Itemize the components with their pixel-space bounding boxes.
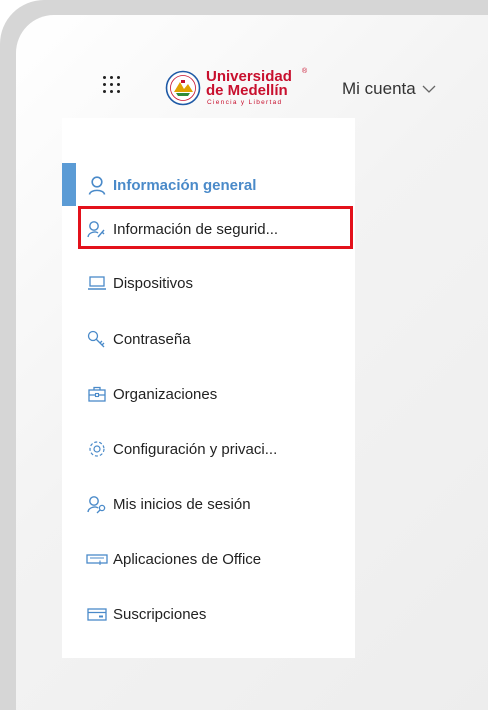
device-frame: Universidad de Medellín ® Ciencia y Libe…	[0, 0, 488, 710]
nav-item-organizaciones[interactable]: Organizaciones	[86, 379, 217, 409]
nav-item-label: Dispositivos	[113, 274, 194, 292]
nav-item-dispositivos[interactable]: Dispositivos	[86, 268, 193, 298]
nav-item-label: Configuración y privaci...	[113, 440, 278, 458]
screen: Universidad de Medellín ® Ciencia y Libe…	[16, 15, 488, 710]
app-launcher-icon[interactable]	[102, 75, 122, 95]
nav-item-inicios-sesion[interactable]: Mis inicios de sesión	[86, 489, 251, 519]
nav-item-label: Aplicaciones de Office	[113, 550, 262, 568]
top-bar: Universidad de Medellín ® Ciencia y Libe…	[16, 15, 488, 115]
logo-line2: de Medellín	[206, 82, 288, 99]
logo-emblem-icon	[165, 70, 201, 106]
nav-item-label: Suscripciones	[113, 605, 207, 623]
sidebar: Información general Información de segur…	[62, 118, 355, 658]
nav-item-label: Contraseña	[113, 330, 191, 348]
logo-tagline: Ciencia y Libertad	[207, 99, 283, 106]
logo-registered: ®	[302, 68, 308, 75]
person-key-icon	[86, 494, 108, 514]
active-indicator	[62, 163, 76, 206]
nav-item-label: Mis inicios de sesión	[113, 495, 251, 513]
highlight-box	[78, 206, 353, 249]
nav-item-suscripciones[interactable]: Suscripciones	[86, 599, 206, 629]
nav-item-label: Información general	[113, 176, 257, 194]
university-logo[interactable]: Universidad de Medellín ® Ciencia y Libe…	[165, 68, 315, 108]
card-icon	[86, 604, 108, 624]
nav-item-configuracion[interactable]: Configuración y privaci...	[86, 434, 277, 464]
gear-icon	[86, 439, 108, 459]
chevron-down-icon	[422, 85, 436, 93]
nav-item-contrasena[interactable]: Contraseña	[86, 324, 191, 354]
nav-item-aplicaciones-office[interactable]: Aplicaciones de Office	[86, 544, 261, 574]
keyboard-icon	[86, 549, 108, 569]
account-menu[interactable]: Mi cuenta	[342, 79, 436, 99]
account-label: Mi cuenta	[342, 79, 416, 98]
briefcase-icon	[86, 384, 108, 404]
nav-item-label: Organizaciones	[113, 385, 218, 403]
nav-item-informacion-general[interactable]: Información general	[86, 170, 256, 200]
key-icon	[86, 329, 108, 349]
laptop-icon	[86, 273, 108, 293]
person-icon	[86, 175, 108, 195]
